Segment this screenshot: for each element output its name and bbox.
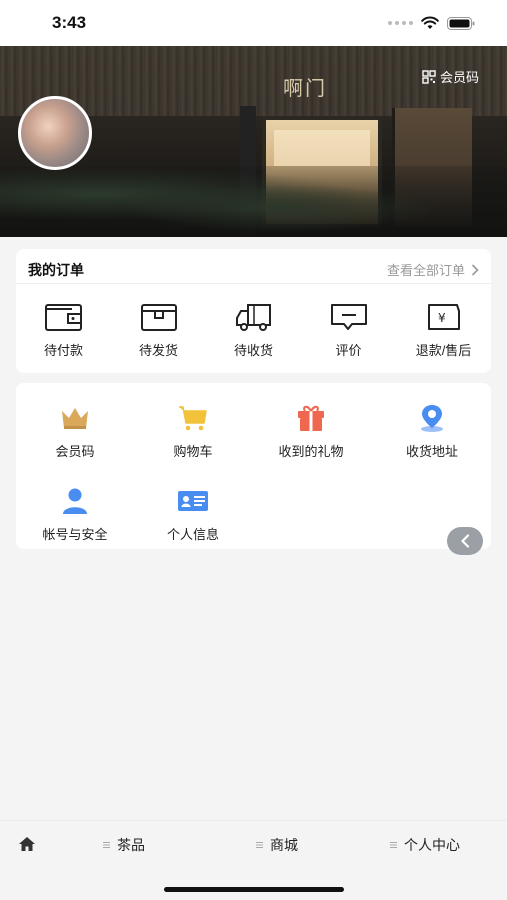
- orders-title: 我的订单: [28, 262, 84, 278]
- signal-icon: [388, 21, 413, 25]
- service-label: 帐号与安全: [42, 527, 108, 542]
- orders-card: 我的订单 查看全部订单 待付款 待发货 待收货 评价 ¥ 退款/售后: [16, 249, 491, 373]
- refund-icon: ¥: [427, 304, 460, 330]
- order-pending-payment[interactable]: 待付款: [16, 301, 111, 359]
- tab-label: 个人中心: [404, 837, 460, 853]
- status-icons: [388, 16, 475, 30]
- location-icon: [421, 405, 443, 432]
- user-icon: [63, 488, 87, 514]
- wifi-icon: [421, 16, 439, 29]
- status-time: 3:43: [52, 13, 87, 32]
- view-all-orders-label: 查看全部订单: [386, 263, 465, 278]
- order-item-label: 退款/售后: [415, 343, 472, 358]
- floating-back-button[interactable]: [447, 527, 483, 555]
- service-label: 会员码: [55, 444, 95, 459]
- service-label: 购物车: [173, 444, 213, 459]
- order-status-row: 待付款 待发货 待收货 评价 ¥ 退款/售后: [16, 301, 491, 359]
- qr-code-icon: [422, 69, 436, 84]
- tab-mall[interactable]: 商城: [256, 835, 298, 855]
- service-account-security[interactable]: 帐号与安全: [16, 486, 134, 543]
- bottom-tab-bar: 茶品 商城 个人中心: [0, 820, 507, 900]
- tab-label: 茶品: [117, 837, 145, 853]
- avatar[interactable]: [18, 96, 92, 170]
- order-review[interactable]: 评价: [301, 301, 396, 359]
- hero-shrubs: [0, 166, 507, 236]
- services-card: 会员码 购物车 收到的礼物 收货地址 帐号与安全 个人信息: [16, 383, 491, 549]
- tab-label: 商城: [270, 837, 298, 853]
- tab-home[interactable]: [18, 836, 36, 857]
- order-item-label: 待付款: [43, 343, 83, 358]
- tab-profile[interactable]: 个人中心: [390, 835, 460, 855]
- status-bar: 3:43: [0, 0, 507, 46]
- order-pending-receipt[interactable]: 待收货: [206, 301, 301, 359]
- divider: [16, 283, 491, 284]
- tab-tea-products[interactable]: 茶品: [103, 835, 145, 855]
- orders-header: 我的订单 查看全部订单: [28, 260, 479, 280]
- cart-icon: [179, 406, 207, 431]
- store-logo: 啊门: [283, 76, 327, 100]
- service-personal-info[interactable]: 个人信息: [134, 486, 252, 543]
- package-icon: [140, 304, 177, 331]
- crown-icon: [62, 408, 88, 429]
- view-all-orders-link[interactable]: 查看全部订单: [387, 260, 479, 279]
- service-member-code[interactable]: 会员码: [16, 403, 134, 460]
- hero-door-glass: [274, 130, 370, 166]
- member-code-label: 会员码: [439, 70, 479, 85]
- gift-icon: [298, 405, 324, 431]
- service-label: 个人信息: [166, 527, 219, 542]
- order-item-label: 待收货: [233, 343, 273, 358]
- menu-icon: [390, 842, 397, 848]
- service-cart[interactable]: 购物车: [134, 403, 252, 460]
- service-label: 收货地址: [405, 444, 458, 459]
- hero-banner: 啊门 会员码: [0, 46, 507, 237]
- truck-icon: [235, 304, 271, 331]
- member-code-button[interactable]: 会员码: [422, 67, 479, 86]
- battery-icon: [447, 16, 475, 30]
- svg-text:¥: ¥: [438, 311, 446, 325]
- order-item-label: 待发货: [138, 343, 178, 358]
- order-refund[interactable]: ¥ 退款/售后: [396, 301, 491, 359]
- service-label: 收到的礼物: [278, 444, 344, 459]
- order-item-label: 评价: [335, 343, 362, 358]
- service-address[interactable]: 收货地址: [373, 403, 491, 460]
- home-icon: [19, 837, 35, 851]
- menu-icon: [256, 842, 263, 848]
- comment-icon: [330, 304, 367, 330]
- menu-icon: [103, 842, 110, 848]
- wallet-icon: [44, 304, 82, 331]
- order-pending-shipment[interactable]: 待发货: [111, 301, 206, 359]
- home-indicator: [164, 887, 344, 892]
- service-gifts[interactable]: 收到的礼物: [252, 403, 370, 460]
- chevron-left-icon: [461, 534, 470, 548]
- id-card-icon: [178, 491, 208, 511]
- chevron-right-icon: [471, 263, 479, 276]
